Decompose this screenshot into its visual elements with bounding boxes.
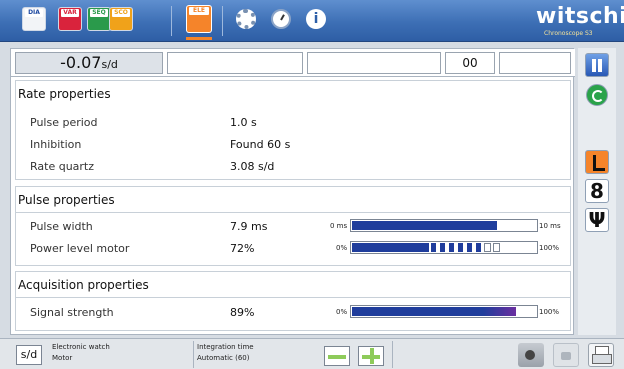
ele-button[interactable]: ELE [187, 6, 211, 32]
pulse-width-bar [350, 219, 538, 232]
var-button[interactable]: VAR [59, 8, 81, 30]
bar-max-label: 100% [539, 308, 560, 316]
display-box-5 [499, 52, 571, 74]
signal-strength-bar [350, 305, 538, 318]
watch-subtype: Motor [52, 354, 73, 362]
printer-icon[interactable] [588, 343, 614, 367]
var-label: VAR [61, 9, 79, 17]
main-content: -0.07s/d 00 Rate properties Pulse period… [10, 48, 575, 335]
sco-label: SCO [112, 9, 130, 17]
toolbar-divider [171, 6, 172, 36]
toolbar-divider [222, 6, 223, 36]
decrease-button[interactable] [324, 346, 350, 366]
seq-label: SEQ [90, 9, 108, 17]
pause-button[interactable] [585, 53, 609, 77]
section-title: Pulse properties [16, 187, 570, 213]
camera-icon[interactable] [518, 343, 544, 367]
snapshot-icon[interactable] [553, 343, 579, 367]
dia-button[interactable]: DIA [23, 8, 45, 30]
clock-icon[interactable] [271, 9, 291, 29]
prop-value: Found 60 s [230, 138, 291, 151]
right-control-panel: 8 Ψ [578, 48, 616, 335]
display-box-2 [167, 52, 303, 74]
power-level-bar [350, 241, 538, 254]
prop-label: Signal strength [30, 306, 114, 319]
section-title: Rate properties [18, 87, 111, 101]
top-toolbar: DIA VAR SEQ SCO ELE i witschi Chronoscop… [0, 0, 624, 42]
app-window: DIA VAR SEQ SCO ELE i witschi Chronoscop… [0, 0, 624, 369]
acquisition-properties-section: Acquisition properties Signal strength 8… [15, 271, 571, 331]
pulse-properties-section: Pulse properties Pulse width 7.9 ms 0 ms… [15, 186, 571, 266]
rate-value-box: -0.07s/d [15, 52, 163, 74]
bar-max-label: 100% [539, 244, 560, 252]
measurement-mode-button[interactable] [585, 150, 609, 174]
power-segment-empty [484, 243, 491, 252]
bar-min-label: 0 ms [330, 222, 348, 230]
prop-value: 3.08 s/d [230, 160, 275, 173]
logo-subtitle: Chronoscope S3 [544, 30, 593, 37]
power-segment [475, 243, 482, 252]
power-segment [430, 243, 437, 252]
ele-label: ELE [189, 7, 209, 15]
rate-display-row: -0.07s/d 00 [11, 49, 575, 77]
power-segment [466, 243, 473, 252]
settings-gear-icon[interactable] [236, 9, 256, 29]
prop-value: 7.9 ms [230, 220, 268, 233]
bar-fill [352, 243, 429, 252]
prop-value: 72% [230, 242, 255, 255]
increase-button[interactable] [358, 346, 384, 366]
bottom-divider [392, 341, 393, 368]
active-tab-indicator [186, 37, 212, 40]
brand-logo: witschi Chronoscope S3 [528, 4, 624, 38]
dia-label: DIA [25, 9, 43, 17]
integration-label: Integration time [197, 343, 254, 351]
power-segment-empty [493, 243, 500, 252]
prop-label: Inhibition [30, 138, 82, 151]
power-segment [457, 243, 464, 252]
prop-label: Rate quartz [30, 160, 95, 173]
rate-properties-section: Rate properties Pulse period 1.0 s Inhib… [15, 80, 571, 180]
display-box-3 [307, 52, 441, 74]
display-box-4: 00 [445, 52, 495, 74]
prop-label: Power level motor [30, 242, 130, 255]
reset-button[interactable] [586, 84, 608, 106]
bottom-divider [193, 341, 194, 368]
prop-value: 1.0 s [230, 116, 257, 129]
integration-value: Automatic (60) [197, 354, 250, 362]
bar-fill [352, 307, 516, 316]
prop-label: Pulse period [30, 116, 98, 129]
unit-toggle-button[interactable]: s/d [16, 345, 42, 365]
sco-button[interactable]: SCO [110, 8, 132, 30]
bar-min-label: 0% [336, 244, 348, 252]
watch-type-info: Electronic watch Motor [52, 342, 110, 364]
rate-unit: s/d [101, 58, 118, 71]
prop-value: 89% [230, 306, 255, 319]
watch-type: Electronic watch [52, 343, 110, 351]
bar-fill [352, 221, 497, 230]
digital-display-button[interactable]: 8 [585, 179, 609, 203]
section-title: Acquisition properties [16, 272, 570, 298]
rate-value: -0.07 [60, 53, 102, 72]
bottom-status-bar: s/d Electronic watch Motor Integration t… [0, 338, 624, 369]
seq-button[interactable]: SEQ [88, 8, 110, 30]
logo-text: witschi [536, 4, 624, 29]
bar-max-label: 10 ms [539, 222, 561, 230]
info-icon[interactable]: i [306, 9, 326, 29]
power-segment [448, 243, 455, 252]
tuning-fork-button[interactable]: Ψ [585, 208, 609, 232]
integration-info: Integration time Automatic (60) [197, 342, 254, 364]
bar-min-label: 0% [336, 308, 348, 316]
prop-label: Pulse width [30, 220, 93, 233]
power-segment [439, 243, 446, 252]
